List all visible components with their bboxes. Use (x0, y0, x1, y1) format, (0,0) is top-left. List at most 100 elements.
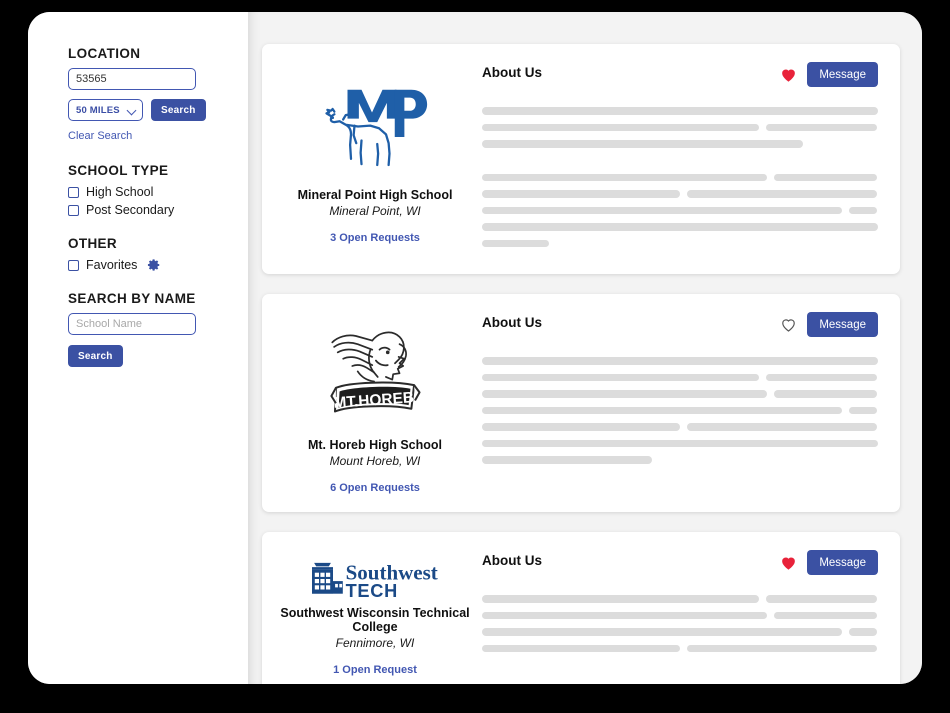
school-results-list[interactable]: Mineral Point High School Mineral Point,… (248, 12, 922, 684)
school-identity: Mineral Point High School Mineral Point,… (280, 62, 470, 244)
skeleton-bar (849, 206, 878, 214)
mt-horeb-vikings-logo: MT.HOREB (325, 318, 425, 434)
skeleton-bar (774, 390, 878, 398)
skeleton-bar (687, 190, 878, 198)
school-about-panel: About Us Message (470, 312, 878, 473)
favorite-heart-icon[interactable] (779, 315, 798, 334)
skeleton-bar (849, 628, 878, 636)
open-requests-link[interactable]: 6 Open Requests (330, 482, 420, 494)
about-text-skeleton (482, 595, 878, 653)
skeleton-bar (849, 406, 878, 414)
message-button[interactable]: Message (807, 312, 878, 337)
skeleton-bar (482, 644, 680, 653)
school-about-panel: About Us Message (470, 62, 878, 256)
school-name: Southwest Wisconsin Technical College (280, 606, 470, 635)
skeleton-bar (482, 239, 550, 247)
name-search-button[interactable]: Search (68, 345, 123, 367)
app-window: LOCATION 50 MILES Search Clear Search SC… (28, 12, 922, 684)
skeleton-bar (482, 173, 768, 181)
skeleton-bar (687, 644, 878, 653)
skeleton-row (482, 190, 878, 198)
message-button[interactable]: Message (807, 62, 878, 87)
open-requests-link[interactable]: 1 Open Request (333, 664, 417, 676)
school-identity: MT.HOREB Mt. Horeb High School Mount Hor… (280, 312, 470, 494)
skeleton-bar (482, 357, 878, 365)
checkbox-favorites[interactable]: Favorites (68, 258, 248, 272)
skeleton-bar (774, 173, 878, 181)
checkbox-label: Favorites (86, 258, 138, 272)
open-requests-link[interactable]: 3 Open Requests (330, 232, 420, 244)
skeleton-row (482, 595, 878, 603)
filters-sidebar: LOCATION 50 MILES Search Clear Search SC… (28, 12, 248, 684)
school-name: Mineral Point High School (297, 188, 453, 202)
search-by-name-heading: SEARCH BY NAME (68, 291, 196, 306)
skeleton-row (482, 357, 878, 365)
checkbox-box-icon[interactable] (68, 186, 79, 198)
search-by-name-group: SEARCH BY NAME Search (68, 291, 248, 367)
favorite-heart-icon[interactable] (779, 553, 798, 572)
skeleton-bar (482, 190, 680, 198)
mineral-point-pointers-logo (323, 68, 428, 184)
chevron-down-icon (128, 106, 137, 115)
school-city: Mount Horeb, WI (329, 454, 421, 469)
skeleton-row (482, 611, 878, 620)
about-us-title: About Us (482, 65, 542, 80)
card-header: About Us Message (482, 62, 878, 87)
skeleton-bar (774, 611, 878, 620)
skeleton-row (482, 456, 878, 464)
school-identity: Southwest TECH Southwest Wisconsin Techn… (280, 550, 470, 677)
skeleton-row (482, 223, 878, 231)
other-heading: OTHER (68, 236, 117, 251)
skeleton-bar (766, 595, 878, 603)
skeleton-bar (482, 206, 843, 214)
checkbox-box-icon[interactable] (68, 259, 79, 271)
location-filter-group: LOCATION 50 MILES Search Clear Search (68, 46, 248, 144)
skeleton-bar (482, 595, 760, 603)
school-card[interactable]: MT.HOREB Mt. Horeb High School Mount Hor… (262, 294, 900, 513)
about-text-skeleton (482, 107, 878, 247)
skeleton-row (482, 390, 878, 398)
clear-search-link[interactable]: Clear Search (68, 130, 132, 142)
message-button[interactable]: Message (807, 550, 878, 576)
radius-search-row: 50 MILES Search (68, 99, 248, 121)
skeleton-bar (766, 373, 878, 381)
gear-icon[interactable] (147, 258, 161, 272)
checkbox-post-secondary[interactable]: Post Secondary (68, 203, 248, 217)
skeleton-row (482, 157, 878, 165)
skeleton-bar (482, 406, 843, 414)
about-us-title: About Us (482, 315, 542, 330)
southwest-tech-logo: Southwest TECH (305, 556, 445, 602)
school-city: Fennimore, WI (335, 636, 415, 651)
skeleton-bar (766, 123, 878, 131)
skeleton-bar (482, 123, 760, 131)
skeleton-row (482, 123, 878, 131)
radius-select-value: 50 MILES (76, 104, 120, 116)
checkbox-box-icon[interactable] (68, 204, 79, 216)
skeleton-bar (482, 439, 878, 447)
card-actions: Message (779, 312, 878, 337)
card-actions: Message (779, 550, 878, 576)
other-filter-group: OTHER Favorites (68, 236, 248, 272)
school-card[interactable]: Southwest TECH Southwest Wisconsin Techn… (262, 532, 900, 684)
about-text-skeleton (482, 357, 878, 464)
skeleton-row (482, 373, 878, 381)
skeleton-row (482, 628, 878, 636)
skeleton-bar (482, 423, 680, 431)
zip-code-input[interactable] (68, 68, 196, 90)
radius-select[interactable]: 50 MILES (68, 99, 143, 121)
school-name: Mt. Horeb High School (307, 438, 443, 452)
skeleton-bar (482, 107, 878, 115)
school-name-input[interactable] (68, 313, 196, 335)
favorite-heart-icon[interactable] (779, 65, 798, 84)
skeleton-row (482, 439, 878, 447)
skeleton-row (482, 140, 878, 148)
checkbox-high-school[interactable]: High School (68, 185, 248, 199)
school-card[interactable]: Mineral Point High School Mineral Point,… (262, 44, 900, 274)
location-search-button[interactable]: Search (151, 99, 206, 121)
skeleton-row (482, 239, 878, 247)
skeleton-bar (482, 456, 653, 464)
card-header: About Us Message (482, 550, 878, 576)
